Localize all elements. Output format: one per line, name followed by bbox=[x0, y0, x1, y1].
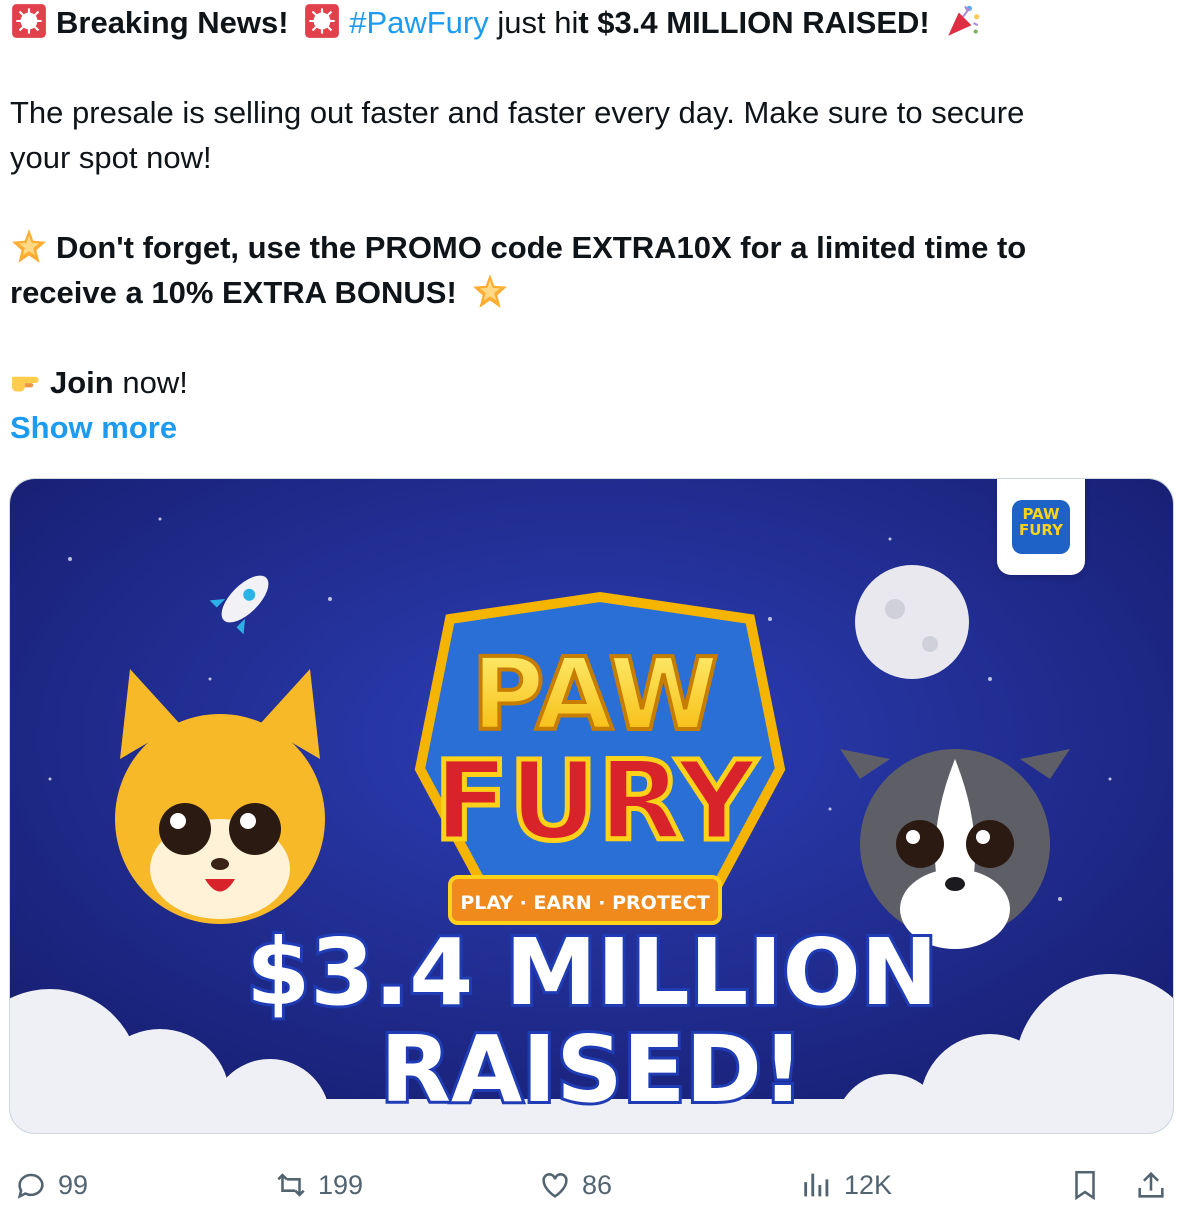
logo-fury: FURY bbox=[434, 737, 758, 865]
party-popper-icon bbox=[948, 5, 980, 36]
bookmark-icon bbox=[1075, 1170, 1095, 1201]
alarm-light-icon bbox=[12, 4, 46, 38]
glowing-star-icon bbox=[12, 229, 46, 263]
headline-raised: RAISED! bbox=[380, 1016, 804, 1123]
join-line: Join now! bbox=[10, 360, 1170, 405]
pointing-hand-icon bbox=[12, 376, 39, 392]
badge-text-2: FURY bbox=[1018, 521, 1064, 539]
views-icon bbox=[804, 1173, 829, 1197]
views-button[interactable]: 12K bbox=[800, 1160, 892, 1210]
million-raised-text: t $3.4 MILLION RAISED! bbox=[578, 5, 930, 40]
heart-icon bbox=[542, 1173, 568, 1198]
breaking-text: Breaking News! bbox=[56, 5, 289, 40]
like-button[interactable]: 86 bbox=[538, 1160, 612, 1210]
join-bold: Join bbox=[50, 365, 114, 400]
views-count: 12K bbox=[844, 1169, 893, 1200]
pawfury-logo-badge: PAW FURY bbox=[997, 479, 1085, 575]
share-button[interactable] bbox=[1134, 1160, 1178, 1210]
join-rest: now! bbox=[113, 365, 188, 400]
promo-line-1: Don't forget, use the PROMO code EXTRA10… bbox=[10, 225, 1170, 270]
pawfury-banner: PAW FURY PLAY · EARN · PROTECT $3.4 MILL… bbox=[10, 479, 1173, 1133]
reply-count: 99 bbox=[58, 1169, 89, 1200]
tweet-text: Breaking News! #PawFury just hit $3.4 MI… bbox=[10, 0, 1170, 450]
repost-icon bbox=[277, 1173, 305, 1197]
badge-text-1: PAW bbox=[1022, 505, 1060, 523]
glowing-star-icon bbox=[473, 274, 508, 308]
repost-count: 199 bbox=[318, 1169, 364, 1200]
reply-icon bbox=[17, 1173, 44, 1199]
tweet-media-image[interactable]: PAW FURY PLAY · EARN · PROTECT $3.4 MILL… bbox=[9, 478, 1174, 1134]
headline-line: Breaking News! #PawFury just hit $3.4 MI… bbox=[10, 0, 1170, 45]
tweet-actions: 99 199 86 12K bbox=[0, 1160, 1182, 1210]
bookmark-button[interactable] bbox=[1068, 1160, 1112, 1210]
promo-text-2: receive a 10% EXTRA BONUS! bbox=[10, 275, 457, 310]
show-more-link[interactable]: Show more bbox=[10, 405, 1170, 450]
paragraph-1: The presale is selling out faster and fa… bbox=[10, 95, 1025, 130]
logo-tagline: PLAY · EARN · PROTECT bbox=[460, 892, 709, 914]
promo-line-2: receive a 10% EXTRA BONUS! bbox=[10, 270, 1170, 315]
paragraph-1-cont: your spot now! bbox=[10, 140, 212, 175]
like-count: 86 bbox=[582, 1169, 613, 1200]
share-icon bbox=[1138, 1171, 1164, 1198]
moon-shape bbox=[855, 565, 969, 679]
just-hit-text: just hi bbox=[497, 5, 579, 40]
alarm-light-icon bbox=[305, 4, 340, 38]
hashtag-link[interactable]: #PawFury bbox=[349, 5, 489, 40]
reply-button[interactable]: 99 bbox=[14, 1160, 88, 1210]
headline-amount: $3.4 MILLION bbox=[246, 919, 937, 1026]
repost-button[interactable]: 199 bbox=[274, 1160, 363, 1210]
logo-paw: PAW bbox=[471, 636, 718, 753]
promo-text-1: Don't forget, use the PROMO code EXTRA10… bbox=[56, 230, 1027, 265]
